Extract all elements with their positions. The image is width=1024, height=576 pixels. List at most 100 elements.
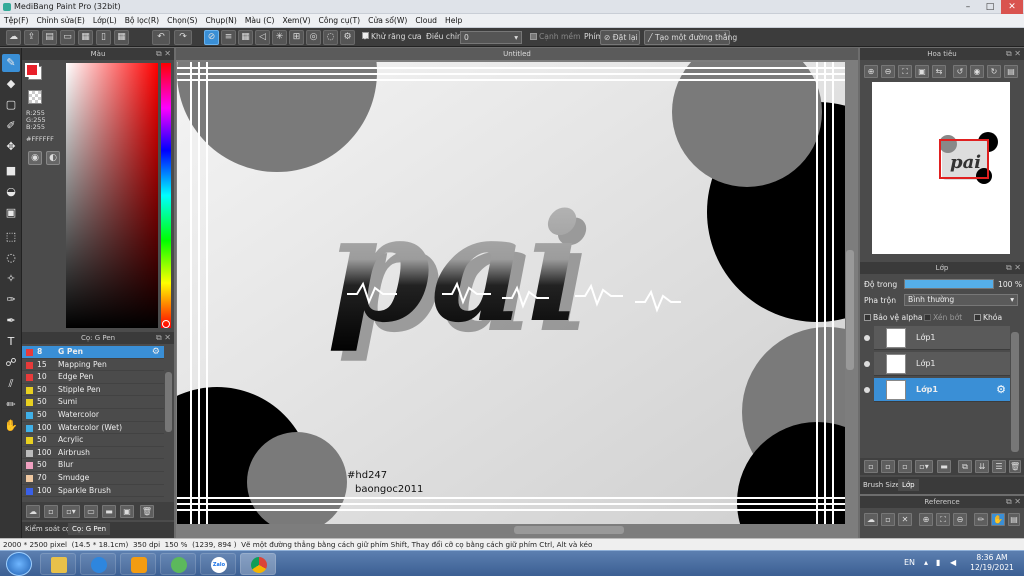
brush-item[interactable]: 100 Sparkle Brush <box>22 485 164 498</box>
canvas-vertical-scrollbar[interactable] <box>846 250 854 370</box>
opacity-slider[interactable] <box>904 279 994 289</box>
menu-edit[interactable]: Chỉnh sửa(E) <box>32 14 88 28</box>
gradient-tool-icon[interactable]: ▣ <box>2 204 20 222</box>
menu-select[interactable]: Chọn(S) <box>163 14 201 28</box>
rotate-left-icon[interactable]: ↺ <box>953 65 967 78</box>
brush-item[interactable]: 15 Mapping Pen <box>22 359 164 372</box>
snap-perspective-icon[interactable]: ◁ <box>255 30 270 45</box>
soft-edge-checkbox[interactable]: Cạnh mềm <box>530 32 580 41</box>
menu-filter[interactable]: Bộ lọc(R) <box>121 14 163 28</box>
duplicate-layer-icon[interactable]: ⧉ <box>958 460 972 473</box>
new-8bit-layer-icon[interactable]: ▫ <box>898 460 912 473</box>
zoom-in-icon[interactable]: ⊕ <box>864 65 878 78</box>
flip-icon[interactable]: ⇆ <box>932 65 946 78</box>
snap-off-icon[interactable]: ⊘ <box>204 30 219 45</box>
brush-item[interactable]: 50 Stipple Pen <box>22 384 164 397</box>
panel-controls-icon[interactable]: ⧉ ✕ <box>156 332 171 344</box>
text-tool-icon[interactable]: T <box>2 333 20 351</box>
tab-brush-size[interactable]: Brush Size <box>863 481 900 489</box>
menu-cloud[interactable]: Cloud <box>411 14 441 28</box>
add-layer-menu-icon[interactable]: ▫▾ <box>915 460 933 473</box>
menu-tools[interactable]: Công cụ(T) <box>315 14 365 28</box>
brush-delete-icon[interactable]: 🗑 <box>140 505 154 518</box>
snap-grid-icon[interactable]: ▦ <box>238 30 253 45</box>
merge-layer-icon[interactable]: ⇊ <box>975 460 989 473</box>
eraser-tool-icon[interactable]: ◆ <box>2 75 20 93</box>
brush-item[interactable]: 100 Airbrush <box>22 447 164 460</box>
reset-button[interactable]: ⊘ Đặt lại <box>600 30 640 45</box>
reference-open-icon[interactable]: ▫ <box>881 513 895 526</box>
brush-item[interactable]: 50 Blur <box>22 459 164 472</box>
menu-view[interactable]: Xem(V) <box>278 14 314 28</box>
delete-layer-icon[interactable]: 🗑 <box>1009 460 1021 473</box>
tray-arrow-icon[interactable]: ▴ <box>924 558 928 567</box>
cloud-icon[interactable]: ☁ <box>6 30 21 45</box>
brush-add-menu-icon[interactable]: ▫▾ <box>62 505 80 518</box>
dot-tool-icon[interactable]: ▢ <box>2 96 20 114</box>
brush-item[interactable]: 10 Edge Pen <box>22 371 164 384</box>
reference-cloud-icon[interactable]: ☁ <box>864 513 878 526</box>
reference-hand-icon[interactable]: ✋ <box>991 513 1005 526</box>
reference-zoom-out-icon[interactable]: ⊖ <box>953 513 967 526</box>
protect-alpha-checkbox[interactable]: Bảo vệ alpha <box>864 313 923 322</box>
straight-line-button[interactable]: ╱ Tạo một đường thẳng <box>644 30 737 45</box>
layer-properties-icon[interactable]: ☰ <box>992 460 1006 473</box>
network-icon[interactable]: ▮ <box>936 558 940 567</box>
color-history-icon[interactable]: ◐ <box>46 151 60 165</box>
snap-curve-icon[interactable]: ◌ <box>323 30 338 45</box>
undo-icon[interactable]: ↶ <box>152 30 170 45</box>
tab-layer[interactable]: Lớp <box>898 479 919 491</box>
menu-file[interactable]: Tệp(F) <box>0 14 32 28</box>
menu-window[interactable]: Cửa sổ(W) <box>364 14 411 28</box>
layer-row[interactable]: Lớp1 <box>874 352 1010 376</box>
layer-row-selected[interactable]: Lớp1 ⚙ <box>874 378 1010 402</box>
hue-slider[interactable] <box>161 63 171 328</box>
blur-tool-icon[interactable]: ✐ <box>2 117 20 135</box>
new-layer-icon[interactable]: ▫ <box>864 460 878 473</box>
transparent-color-swatch[interactable] <box>28 90 42 104</box>
grid-icon[interactable]: ▦ <box>114 30 129 45</box>
language-indicator[interactable]: EN <box>904 558 915 567</box>
brush-list-scrollbar[interactable] <box>165 372 172 432</box>
zoom-out-icon[interactable]: ⊖ <box>881 65 895 78</box>
redo-icon[interactable]: ↷ <box>174 30 192 45</box>
bucket-tool-icon[interactable]: ◒ <box>2 183 20 201</box>
fit-icon[interactable]: ⛶ <box>898 65 912 78</box>
layer-visibility-icon[interactable] <box>864 387 870 393</box>
primary-color-swatch[interactable] <box>25 63 39 77</box>
magic-wand-tool-icon[interactable]: ✧ <box>2 270 20 288</box>
eyedropper-tool-icon[interactable]: ✏ <box>2 396 20 414</box>
brush-item[interactable]: 100 Watercolor (Wet) <box>22 422 164 435</box>
layer-settings-gear-icon[interactable]: ⚙ <box>996 378 1006 402</box>
lasso-tool-icon[interactable]: ◌ <box>2 249 20 267</box>
panel-controls-icon[interactable]: ⧉ ✕ <box>1006 262 1021 274</box>
brush-item[interactable]: 50 Sumi <box>22 396 164 409</box>
panel-controls-icon[interactable]: ⧉ ✕ <box>1006 48 1021 60</box>
adjust-select[interactable]: 0 ▾ <box>460 31 522 44</box>
menu-snap[interactable]: Chụp(N) <box>201 14 240 28</box>
new-halftone-layer-icon[interactable]: ▫ <box>881 460 895 473</box>
comment-icon[interactable]: ▭ <box>60 30 75 45</box>
layer-visibility-icon[interactable] <box>864 335 870 341</box>
select-pen-tool-icon[interactable]: ✑ <box>2 291 20 309</box>
blend-select[interactable]: Bình thường ▾ <box>904 294 1018 306</box>
lock-checkbox[interactable]: Khóa <box>974 313 1002 322</box>
mobile-icon[interactable]: ▯ <box>96 30 111 45</box>
tab-brush-control[interactable]: Kiểm soát cọ <box>25 525 70 533</box>
navigator-preview[interactable]: pai <box>872 82 1010 254</box>
taskbar-ie[interactable] <box>80 553 116 575</box>
menu-layer[interactable]: Lớp(L) <box>89 14 121 28</box>
brush-tool-icon[interactable]: ✎ <box>2 54 20 72</box>
layer-folder-icon[interactable]: ▬ <box>937 460 951 473</box>
layer-list-scrollbar[interactable] <box>1011 332 1019 452</box>
tab-brush-current[interactable]: Cọ: G Pen <box>68 523 111 535</box>
panel-controls-icon[interactable]: ⧉ ✕ <box>1006 496 1021 508</box>
brush-save-icon[interactable]: ▣ <box>120 505 134 518</box>
move-tool-icon[interactable]: ✥ <box>2 138 20 156</box>
layer-visibility-icon[interactable] <box>864 361 870 367</box>
layer-row[interactable]: Lớp1 <box>874 326 1010 350</box>
close-button[interactable]: ✕ <box>1001 0 1023 14</box>
snap-vanishing-icon[interactable]: ⊞ <box>289 30 304 45</box>
divide-tool-icon[interactable]: ⫽ <box>2 375 20 393</box>
taskbar-chrome[interactable] <box>240 553 276 575</box>
